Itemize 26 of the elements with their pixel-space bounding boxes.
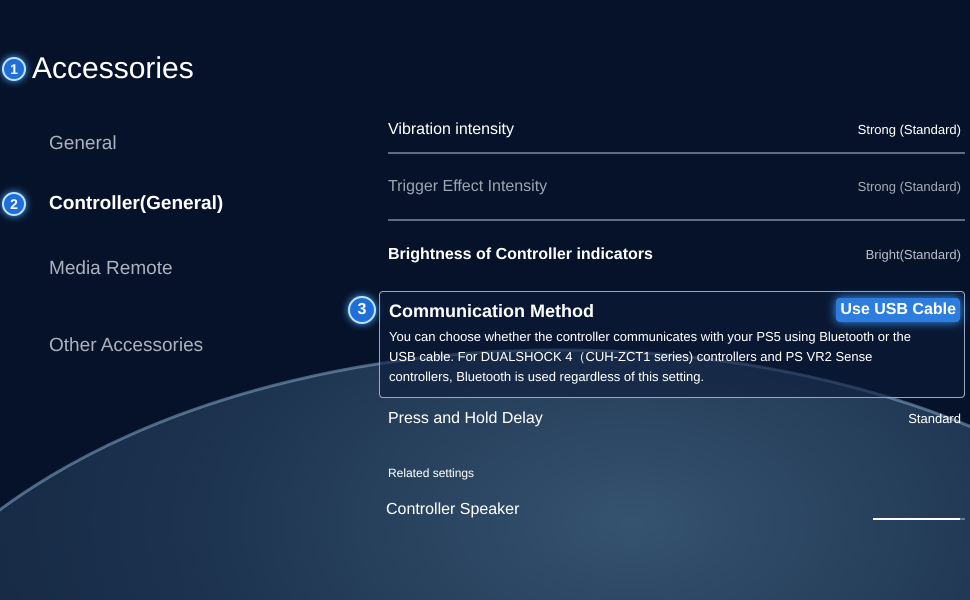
- setting-row[interactable]: Vibration intensity Strong (Standard): [388, 108, 965, 154]
- sidebar-item[interactable]: Other Accessories: [49, 332, 204, 361]
- setting-label: Vibration intensity: [388, 120, 514, 140]
- setting-value: Strong (Standard): [858, 121, 961, 140]
- setting-label: Brightness of Controller indicators: [388, 245, 653, 265]
- number-badge: 2: [2, 192, 26, 216]
- setting-value: Bright(Standard): [866, 246, 961, 264]
- number-badge: 1: [2, 57, 26, 81]
- setting-value: Use USB Cable: [836, 298, 960, 322]
- sidebar-item[interactable]: Media Remote: [49, 254, 173, 284]
- number-badge: 3: [348, 296, 376, 324]
- setting-label[interactable]: Controller Speaker: [386, 498, 520, 522]
- setting-row[interactable]: Trigger Effect Intensity Strong (Standard): [388, 154, 965, 221]
- setting-value: Strong (Standard): [858, 178, 961, 196]
- sidebar-item[interactable]: Controller(General): [49, 190, 224, 218]
- setting-row[interactable]: Brightness of Controller indicators Bright(Standard): [388, 221, 965, 289]
- focused-setting-card[interactable]: [379, 291, 965, 398]
- sidebar-item[interactable]: General: [49, 130, 117, 158]
- setting-description: You can choose whether the controller communicates with your PS5 using Bluetooth or the USB cable. For DUALSHOCK 4（CUH-ZCT1 series) controllers and PS VR2 Sense controllers, Bluetooth is used regardless of this setting.: [389, 328, 912, 386]
- setting-label: Press and Hold Delay: [388, 409, 543, 429]
- setting-value: Standard: [908, 410, 961, 428]
- page-title: Accessories: [32, 52, 194, 86]
- setting-row[interactable]: Press and Hold Delay Standard: [388, 398, 965, 440]
- section-heading: Related settings: [388, 465, 474, 482]
- setting-label: Trigger Effect Intensity: [388, 176, 548, 196]
- setting-label: Communication Method: [389, 300, 594, 323]
